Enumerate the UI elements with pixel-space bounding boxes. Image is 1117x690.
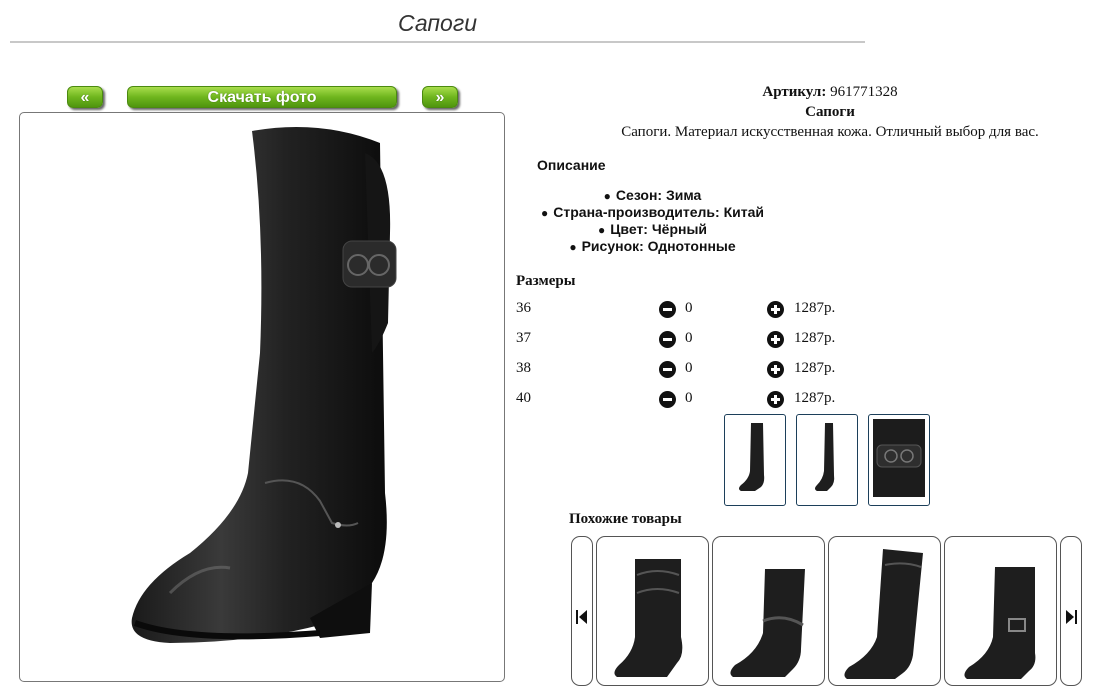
minus-circle-icon[interactable] (659, 391, 676, 408)
strap-thumbnail (873, 419, 925, 497)
minus-circle-icon[interactable] (659, 301, 676, 318)
carousel-next-button[interactable] (1060, 536, 1082, 686)
black-boot-with-buckle-image (964, 567, 1036, 679)
size-row: 40 0 1287р. (516, 390, 876, 410)
black-tall-boot-image (844, 549, 923, 679)
similar-product-item[interactable] (944, 536, 1057, 686)
minus-circle-icon[interactable] (659, 331, 676, 348)
attribute-item: ● Страна-производитель: Китай (541, 204, 764, 220)
quantity-value: 0 (685, 360, 693, 376)
article-line: Артикул: 961771328 (560, 84, 1100, 101)
boot-thumbnail (815, 423, 835, 491)
price-value: 1287р. (794, 330, 836, 346)
plus-circle-icon[interactable] (767, 391, 784, 408)
thumbnail-side-view[interactable] (724, 414, 786, 506)
size-value: 37 (516, 330, 531, 346)
similar-products-heading: Похожие товары (569, 511, 682, 527)
plus-circle-icon[interactable] (767, 301, 784, 318)
quantity-value: 0 (685, 330, 693, 346)
price-value: 1287р. (794, 360, 836, 376)
attribute-item: ● Рисунок: Однотонные (569, 238, 736, 254)
download-photo-button[interactable]: Скачать фото (127, 86, 397, 108)
price-value: 1287р. (794, 390, 836, 406)
price-value: 1287р. (794, 300, 836, 316)
attribute-item: ● Сезон: Зима (603, 187, 702, 203)
plus-circle-icon[interactable] (767, 331, 784, 348)
skip-forward-icon (1066, 610, 1077, 624)
prev-photo-button[interactable]: « (67, 86, 103, 108)
black-ankle-boot-image (730, 569, 805, 677)
attribute-item: ● Цвет: Чёрный (597, 221, 708, 237)
title-divider (10, 41, 865, 43)
product-name: Сапоги (805, 104, 855, 120)
quantity-value: 0 (685, 300, 693, 316)
carousel-prev-button[interactable] (571, 536, 593, 686)
minus-circle-icon[interactable] (659, 361, 676, 378)
size-value: 36 (516, 300, 531, 316)
thumbnail-strap-detail[interactable] (868, 414, 930, 506)
next-photo-button[interactable]: » (422, 86, 458, 108)
attribute-list: ● Сезон: Зима ● Страна-производитель: Кита… (530, 187, 775, 255)
size-row: 38 0 1287р. (516, 360, 876, 380)
sizes-heading: Размеры (516, 273, 576, 289)
similar-product-item[interactable] (828, 536, 941, 686)
boot-image (131, 127, 397, 643)
main-product-photo[interactable] (19, 112, 505, 682)
boot-thumbnail (739, 423, 765, 491)
black-slouch-boot-image (614, 559, 683, 677)
plus-circle-icon[interactable] (767, 361, 784, 378)
similar-product-item[interactable] (712, 536, 825, 686)
size-row: 37 0 1287р. (516, 330, 876, 350)
article-value: 961771328 (830, 84, 898, 100)
size-row: 36 0 1287р. (516, 300, 876, 320)
product-description: Сапоги. Материал искусственная кожа. Отл… (621, 124, 1039, 140)
size-value: 40 (516, 390, 531, 406)
quantity-value: 0 (685, 390, 693, 406)
thumbnail-front-view[interactable] (796, 414, 858, 506)
page-title: Сапоги (398, 10, 477, 36)
similar-product-item[interactable] (596, 536, 709, 686)
size-value: 38 (516, 360, 531, 376)
article-label: Артикул: (762, 84, 827, 100)
skip-back-icon (576, 610, 587, 624)
description-heading: Описание (537, 157, 606, 173)
